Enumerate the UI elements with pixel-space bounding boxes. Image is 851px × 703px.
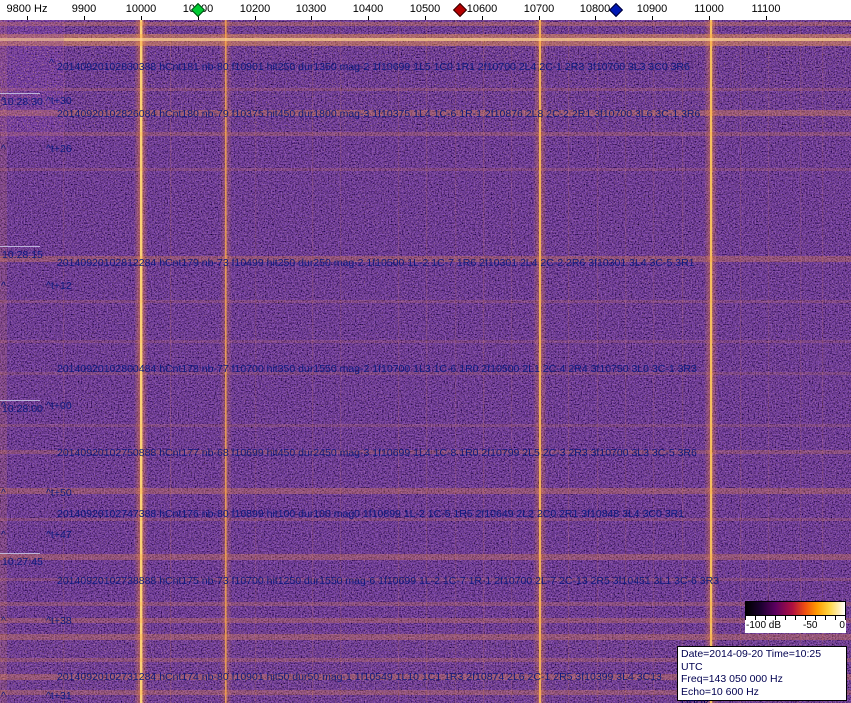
freq-tickmark xyxy=(595,16,596,20)
freq-tickmark xyxy=(766,16,767,20)
freq-label: 10900 xyxy=(636,3,668,15)
freq-tickmark xyxy=(311,16,312,20)
caret-mark: ^ xyxy=(49,57,54,69)
freq-label: 9900 xyxy=(71,3,97,15)
edge-caret: ^ xyxy=(1,280,6,292)
freq-tickmark xyxy=(27,16,28,20)
event-time-marker: ^t+38 xyxy=(46,615,72,627)
db-min-label: -100 dB xyxy=(746,620,782,631)
edge-caret: ^ xyxy=(1,143,6,155)
db-colorbar: -100 dB -50 0 xyxy=(745,601,846,633)
freq-label: 10300 xyxy=(295,3,327,15)
spectrogram-image xyxy=(0,20,851,703)
spectrogram-canvas xyxy=(0,20,851,703)
freq-label: 10200 xyxy=(239,3,271,15)
info-line-station: HPHK xyxy=(681,698,843,703)
edge-caret: ^ xyxy=(1,690,6,702)
event-time-marker: ^t+30 xyxy=(46,95,72,107)
meteor-spectrogram-screen: 9800 Hz 9900 10000 10100 10200 10300 104… xyxy=(0,0,851,703)
frequency-axis: 9800 Hz 9900 10000 10100 10200 10300 104… xyxy=(0,0,851,20)
info-box: Date=2014-09-20 Time=10:25 UTC Freq=143 … xyxy=(677,646,847,703)
freq-tickmark xyxy=(425,16,426,20)
time-label: 10:28:00 xyxy=(2,403,43,415)
freq-tickmark xyxy=(84,16,85,20)
freq-label: 10400 xyxy=(352,3,384,15)
time-label: 10:27:45 xyxy=(2,556,43,568)
event-data-line: 20140920102800484 hCnt178 nb-77 f10700 h… xyxy=(57,363,697,375)
event-time-marker: ^t+12 xyxy=(46,280,72,292)
freq-label: 9800 Hz xyxy=(6,3,48,15)
time-tick-line xyxy=(0,400,40,401)
red-diamond-icon xyxy=(452,2,468,18)
info-line-echo: Echo=10 600 Hz xyxy=(681,685,759,698)
freq-label: 10500 xyxy=(409,3,441,15)
event-time-marker: ^t+26 xyxy=(46,143,72,155)
time-tick-line xyxy=(0,246,40,247)
freq-tickmark xyxy=(709,16,710,20)
edge-caret: ^ xyxy=(1,400,6,412)
freq-tickmark xyxy=(652,16,653,20)
edge-caret: ^ xyxy=(1,615,6,627)
event-data-line: 20140920102750888 hCnt177 nb-68 f10699 h… xyxy=(57,447,697,459)
db-mid-label: -50 xyxy=(803,620,818,631)
edge-caret: ^ xyxy=(1,529,6,541)
info-line-date: Date=2014-09-20 Time=10:25 UTC xyxy=(681,648,822,673)
time-label: 10:28:15 xyxy=(2,249,43,261)
freq-tickmark xyxy=(368,16,369,20)
time-tick-line xyxy=(0,93,40,94)
freq-tickmark xyxy=(255,16,256,20)
blue-diamond-icon xyxy=(608,2,624,18)
hot-speckle xyxy=(0,20,851,703)
event-time-marker: ^t+50 xyxy=(46,487,72,499)
edge-caret: ^ xyxy=(1,487,6,499)
db-colorbar-labels: -100 dB -50 0 xyxy=(745,620,846,633)
freq-tickmark xyxy=(539,16,540,20)
edge-caret: ^ xyxy=(1,95,6,107)
event-data-line: 20140920102830388 hCnt181 nb-80 f10901 h… xyxy=(57,61,690,73)
event-time-marker: ^t+47 xyxy=(46,529,72,541)
freq-label: 10000 xyxy=(125,3,157,15)
freq-label: 10600 xyxy=(466,3,498,15)
freq-label: 11000 xyxy=(694,3,724,15)
event-data-line: 20140920102738888 hCnt175 nb-73 f10700 h… xyxy=(57,575,720,587)
event-data-line: 20140920102747388 hCnt176 nb-80 f10899 h… xyxy=(57,508,685,520)
db-max-label: 0 xyxy=(839,620,845,631)
freq-label: 10800 xyxy=(579,3,611,15)
event-data-line: 20140920102826084 hCnt180 nb-79 f10375 h… xyxy=(57,108,701,120)
event-time-marker: ^t+31 xyxy=(46,690,72,702)
event-time-marker: ^t+00 xyxy=(46,400,72,412)
freq-tickmark xyxy=(482,16,483,20)
event-data-line: 20140920102812284 hCnt179 nb-73 f10499 h… xyxy=(57,257,695,269)
info-line-freq: Freq=143 050 000 Hz xyxy=(681,673,783,686)
event-data-line: 20140920102731284 hCnt174 nb-80 f10901 h… xyxy=(57,671,662,683)
freq-label: 11100 xyxy=(751,3,781,15)
time-label: 10:28:30 xyxy=(2,96,43,108)
freq-tickmark xyxy=(141,16,142,20)
db-colorbar-gradient xyxy=(745,601,846,616)
freq-label: 10700 xyxy=(523,3,555,15)
time-tick-line xyxy=(0,553,40,554)
